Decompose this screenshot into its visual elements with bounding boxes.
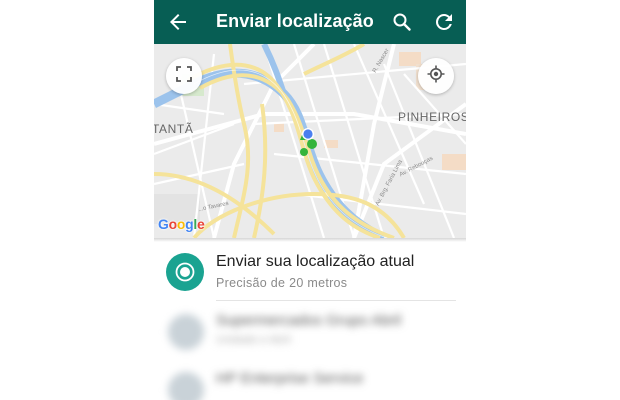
send-current-location-button[interactable]: Enviar sua localização atual Precisão de…	[154, 244, 466, 302]
place-avatar	[168, 314, 204, 350]
map-label-tanta: TANTÃ	[154, 122, 194, 136]
refresh-icon[interactable]	[432, 10, 456, 34]
my-location-icon	[427, 65, 445, 88]
back-arrow-icon[interactable]	[166, 10, 190, 34]
map-label-pinheiros: PINHEIROS	[398, 110, 466, 124]
nearby-place-item[interactable]: HP Enterprise Service	[154, 364, 466, 400]
app-bar: Enviar localização	[154, 0, 466, 44]
divider	[216, 300, 456, 301]
target-location-icon	[175, 262, 195, 282]
place-name: Supermercados Grupo Abril	[216, 312, 402, 329]
send-location-avatar	[166, 253, 204, 291]
place-avatar	[168, 372, 204, 400]
send-location-title: Enviar sua localização atual	[216, 253, 415, 270]
google-attribution-logo: Google	[158, 216, 205, 232]
place-address: Unidade e Abril	[216, 334, 291, 346]
place-name: HP Enterprise Service	[216, 370, 364, 387]
search-icon[interactable]	[390, 10, 414, 34]
map-bottom-shadow	[154, 238, 466, 242]
map-view[interactable]: PINHEIROS TANTÃ R. Nascer Av. Rebouças A…	[154, 44, 466, 238]
page-title: Enviar localização	[216, 11, 374, 31]
phone-screen: Enviar localização PINHEIROS TANTÃ R. Na…	[154, 0, 466, 400]
fullscreen-button[interactable]	[166, 58, 202, 94]
nearby-place-item[interactable]: Supermercados Grupo Abril Unidade e Abri…	[154, 306, 466, 362]
send-location-accuracy: Precisão de 20 metros	[216, 276, 348, 290]
my-location-button[interactable]	[418, 58, 454, 94]
fullscreen-icon	[176, 65, 192, 87]
